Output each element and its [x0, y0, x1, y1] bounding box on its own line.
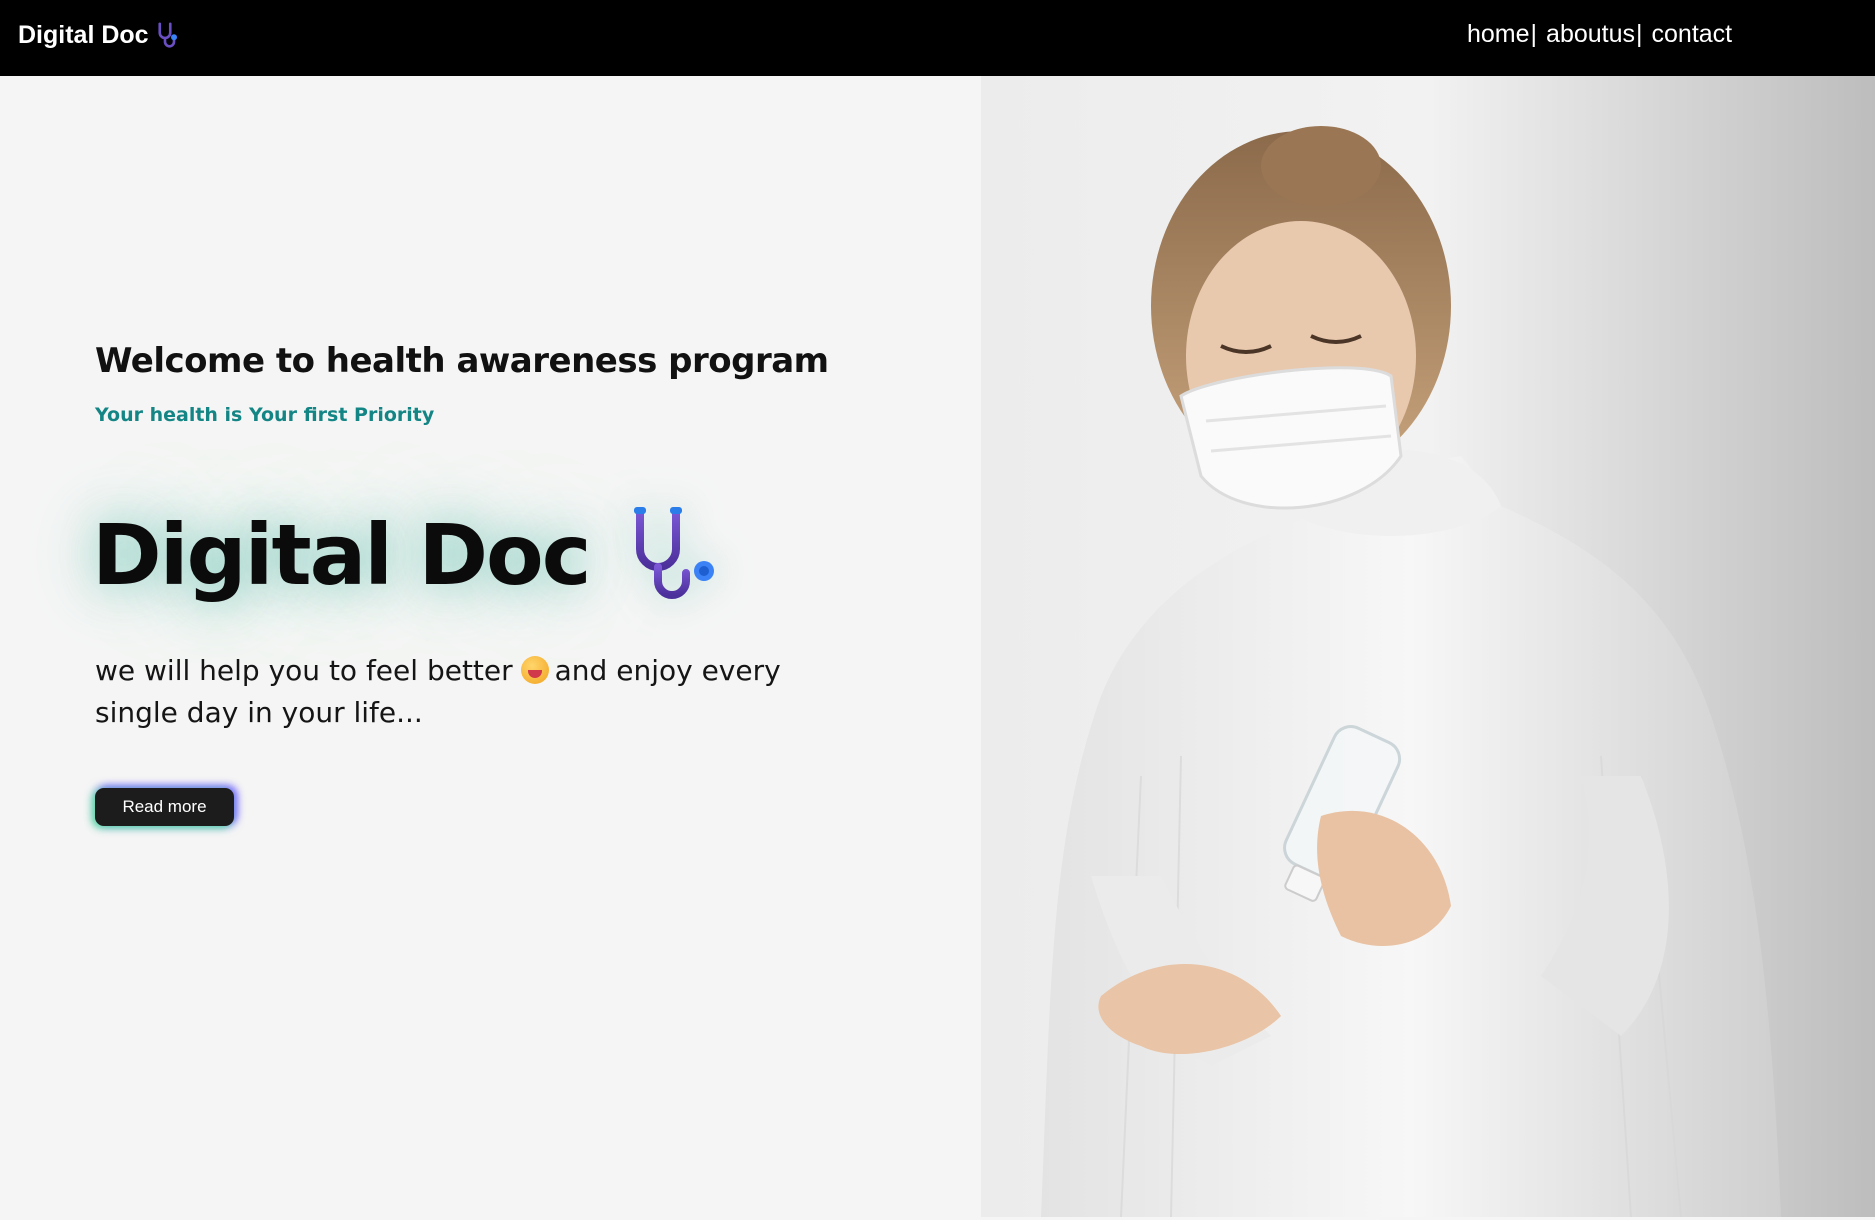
nav-separator: | [1530, 20, 1538, 48]
hero-text-panel [0, 76, 981, 1220]
nav-link-aboutus[interactable]: aboutus [1546, 20, 1635, 49]
brand-logo-link[interactable]: Digital Doc [18, 20, 183, 50]
brand-name: Digital Doc [18, 20, 149, 49]
hero-tagline: Your health is Your first Priority [95, 404, 435, 426]
hero-description-part1: we will help you to feel better [95, 654, 513, 687]
hero-title-text: Digital Doc [92, 506, 592, 604]
hero-description: we will help you to feel better and enjoy… [95, 650, 795, 734]
top-navbar: Digital Doc home | aboutus | contact [0, 0, 1875, 76]
stethoscope-icon [633, 507, 714, 599]
grinning-face-icon [520, 656, 549, 684]
hero-photo [981, 76, 1875, 1217]
woman-with-mask-sanitizer-photo [981, 76, 1875, 1217]
stethoscope-icon [158, 22, 177, 48]
nav-separator: | [1636, 20, 1643, 48]
nav-link-contact[interactable]: contact [1652, 20, 1733, 49]
hero-heading: Welcome to health awareness program [95, 341, 829, 381]
read-more-button[interactable]: Read more [95, 788, 234, 826]
hero-title: Digital Doc [92, 505, 726, 605]
nav-links: home | aboutus | contact [1467, 20, 1732, 49]
nav-link-home[interactable]: home [1467, 20, 1530, 49]
